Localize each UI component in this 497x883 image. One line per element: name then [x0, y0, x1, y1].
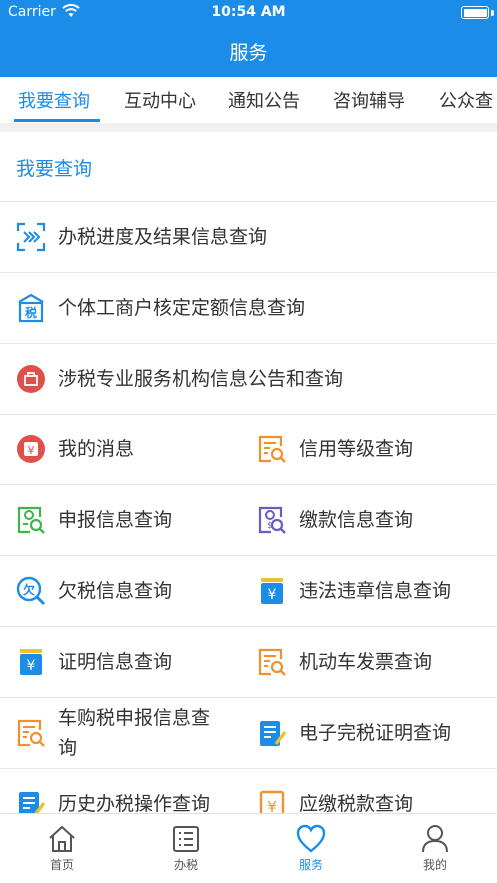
tabbar-label: 服务	[298, 858, 323, 872]
vehicle-invoice-query[interactable]: 机动车发票查询	[257, 627, 497, 697]
svg-text:¥: ¥	[28, 444, 35, 457]
tabbar-mine[interactable]: 我的	[373, 814, 497, 883]
tab-notice[interactable]: 通知公告	[228, 87, 300, 113]
row-label: 欠税信息查询	[58, 580, 173, 602]
e-tax-certificate-query[interactable]: 电子完税证明查询	[257, 698, 497, 768]
svg-text:¥: ¥	[268, 587, 277, 603]
message-yen-icon: ¥	[16, 434, 46, 464]
violation-yen-icon: ¥	[257, 576, 287, 606]
my-messages[interactable]: ¥ 我的消息	[16, 414, 248, 484]
tab-query[interactable]: 我要查询	[18, 87, 90, 113]
row-label: 缴款信息查询	[299, 509, 414, 531]
certificate-query[interactable]: ¥ 证明信息查询	[16, 627, 248, 697]
declare-search-icon	[16, 505, 46, 535]
row-label: 车购税申报信息查询	[58, 707, 211, 759]
bottom-tab-bar: 首页 办税 服务 我的	[0, 813, 497, 883]
vehicle-invoice-icon	[257, 647, 287, 677]
e-certificate-icon	[257, 718, 287, 748]
payment-query[interactable]: $ 缴款信息查询	[257, 485, 497, 555]
status-time: 10:54 AM	[211, 4, 286, 20]
svg-text:欠: 欠	[23, 582, 35, 597]
row-label: 办税进度及结果信息查询	[58, 226, 268, 248]
row-label: 机动车发票查询	[299, 651, 433, 673]
category-tabs: 我要查询 互动中心 通知公告 咨询辅导 公众查	[0, 77, 497, 123]
active-tab-indicator	[14, 119, 100, 122]
battery-tip	[491, 10, 494, 16]
progress-scan-icon	[16, 222, 46, 252]
query-agency-info[interactable]: 涉税专业服务机构信息公告和查询	[16, 344, 497, 414]
tax-building-icon: 税	[16, 293, 46, 323]
tabbar-label: 首页	[49, 858, 74, 872]
row-label: 证明信息查询	[58, 651, 173, 673]
tabbar-service[interactable]: 服务	[249, 814, 373, 883]
car-tax-search-icon	[16, 718, 46, 748]
tabbar-tax[interactable]: 办税	[124, 814, 248, 883]
query-fixed-quota[interactable]: 税 个体工商户核定定额信息查询	[16, 273, 497, 343]
battery-icon	[461, 6, 489, 19]
arrears-query[interactable]: 欠 欠税信息查询	[16, 556, 248, 626]
certificate-yen-icon: ¥	[16, 647, 46, 677]
person-icon	[422, 825, 448, 853]
violation-query[interactable]: ¥ 违法违章信息查询	[257, 556, 497, 626]
row-label: 个体工商户核定定额信息查询	[58, 297, 306, 319]
declaration-query[interactable]: 申报信息查询	[16, 485, 248, 555]
svg-text:税: 税	[25, 305, 37, 320]
credit-rating-query[interactable]: 信用等级查询	[257, 414, 497, 484]
tabbar-home[interactable]: 首页	[0, 814, 124, 883]
tab-consult[interactable]: 咨询辅导	[333, 87, 405, 113]
payment-search-icon: $	[257, 505, 287, 535]
row-label: 涉税专业服务机构信息公告和查询	[58, 368, 344, 390]
page-title: 服务	[229, 42, 268, 64]
status-bar: Carrier 10:54 AM	[0, 0, 497, 26]
home-icon	[49, 825, 75, 852]
query-progress-result[interactable]: 办税进度及结果信息查询	[16, 202, 497, 272]
tabbar-label: 办税	[173, 858, 198, 872]
tab-public-query[interactable]: 公众查	[439, 87, 493, 113]
agency-badge-icon	[16, 364, 46, 394]
tabbar-label: 我的	[422, 858, 447, 872]
svg-text:¥: ¥	[27, 658, 36, 674]
row-label: 信用等级查询	[299, 438, 414, 460]
arrears-search-icon: 欠	[16, 576, 46, 606]
tab-interaction[interactable]: 互动中心	[124, 87, 196, 113]
heart-icon	[296, 824, 326, 853]
car-purchase-tax-query[interactable]: 车购税申报信息查询	[16, 698, 248, 768]
row-label: 申报信息查询	[58, 509, 173, 531]
section-title: 我要查询	[16, 158, 93, 180]
row-label: 违法违章信息查询	[299, 580, 452, 602]
section-gap	[0, 123, 497, 132]
row-label: 我的消息	[58, 438, 135, 460]
row-label: 电子完税证明查询	[299, 722, 452, 744]
app-header: Carrier 10:54 AM 服务	[0, 0, 497, 77]
list-icon	[173, 826, 199, 852]
credit-search-icon	[257, 434, 287, 464]
